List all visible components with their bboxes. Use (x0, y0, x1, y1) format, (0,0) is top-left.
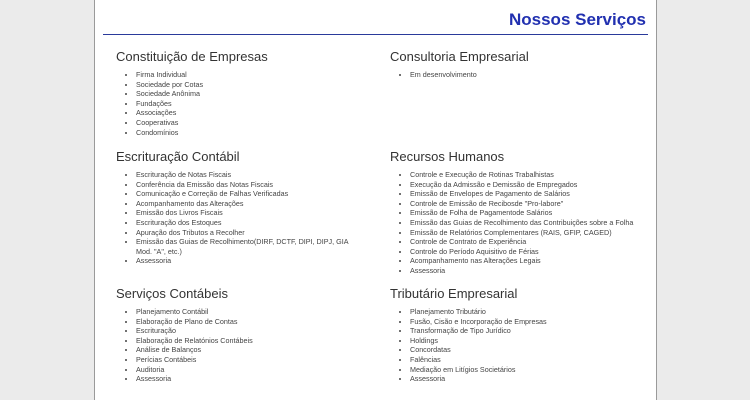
list-item: Assessoria (410, 374, 640, 384)
list-item: Acompanhamento nas Alterações Legais (410, 256, 652, 266)
section-tributario: Tributário Empresarial Planejamento Trib… (390, 286, 640, 384)
list-item: Escrituração de Notas Fiscais (136, 170, 366, 180)
list-item: Auditoria (136, 365, 366, 375)
list-item: Emissão de Envelopes de Pagamento de Sal… (410, 189, 652, 199)
list-item: Escrituração (136, 326, 366, 336)
list-item: Análise de Balanços (136, 345, 366, 355)
list-item: Holdings (410, 336, 640, 346)
list-item: Execução da Admissão e Demissão de Empre… (410, 180, 652, 190)
list-item: Assessoria (136, 256, 366, 266)
list-item: Assessoria (410, 266, 652, 276)
list-item: Sociedade por Cotas (136, 80, 366, 90)
list-item: Fundações (136, 99, 366, 109)
list-item: Fusão, Cisão e Incorporação de Empresas (410, 317, 640, 327)
list-item: Emissão das Guias de Recolhimento(DIRF, … (136, 237, 366, 256)
service-list: Controle e Execução de Rotinas Trabalhis… (390, 170, 652, 276)
section-servicos-contabeis: Serviços Contábeis Planejamento Contábil… (116, 286, 366, 384)
list-item: Transformação de Tipo Jurídico (410, 326, 640, 336)
list-item: Planejamento Contábil (136, 307, 366, 317)
section-title: Tributário Empresarial (390, 286, 518, 301)
list-item: Em desenvolvimento (410, 70, 640, 80)
list-item: Elaboração de Relatónios Contábeis (136, 336, 366, 346)
list-item: Escrituração dos Estoques (136, 218, 366, 228)
section-escrituracao: Escrituração Contábil Escrituração de No… (116, 149, 366, 266)
section-recursos-humanos: Recursos Humanos Controle e Execução de … (390, 149, 652, 276)
page-header: Nossos Serviços (103, 0, 648, 35)
section-consultoria: Consultoria Empresarial Em desenvolvimen… (390, 49, 640, 80)
list-item: Apuração dos Tributos a Recolher (136, 228, 366, 238)
service-list: Firma IndividualSociedade por CotasSocie… (116, 70, 366, 137)
list-item: Conferência da Emissão das Notas Fiscais (136, 180, 366, 190)
section-title: Consultoria Empresarial (390, 49, 529, 64)
list-item: Concordatas (410, 345, 640, 355)
content-page: Nossos Serviços Constituição de Empresas… (94, 0, 657, 400)
list-item: Associações (136, 108, 366, 118)
list-item: Firma Individual (136, 70, 366, 80)
list-item: Controle de Emissão de Recibosde "Pro-la… (410, 199, 652, 209)
list-item: Emissão de Relatórios Complementares (RA… (410, 228, 652, 238)
service-list: Planejamento TributárioFusão, Cisão e In… (390, 307, 640, 384)
list-item: Controle e Execução de Rotinas Trabalhis… (410, 170, 652, 180)
list-item: Falências (410, 355, 640, 365)
section-title: Recursos Humanos (390, 149, 505, 164)
service-list: Escrituração de Notas FiscaisConferência… (116, 170, 366, 266)
section-constituicao: Constituição de Empresas Firma Individua… (116, 49, 366, 137)
list-item: Mediação em Litígios Societários (410, 365, 640, 375)
list-item: Emissão das Guias de Recolhimento das Co… (410, 218, 652, 228)
list-item: Sociedade Anônima (136, 89, 366, 99)
list-item: Controle de Contrato de Experiência (410, 237, 652, 247)
list-item: Acompanhamento das Alterações (136, 199, 366, 209)
list-item: Emissão de Folha de Pagamentode Salários (410, 208, 652, 218)
section-title: Constituição de Empresas (116, 49, 268, 64)
list-item: Comunicação e Correção de Falhas Verific… (136, 189, 366, 199)
list-item: Assessoria (136, 374, 366, 384)
list-item: Condomínios (136, 128, 366, 138)
section-title: Serviços Contábeis (116, 286, 228, 301)
list-item: Planejamento Tributário (410, 307, 640, 317)
list-item: Elaboração de Plano de Contas (136, 317, 366, 327)
list-item: Cooperativas (136, 118, 366, 128)
service-list: Planejamento ContábilElaboração de Plano… (116, 307, 366, 384)
service-list: Em desenvolvimento (390, 70, 640, 80)
section-title: Escrituração Contábil (116, 149, 240, 164)
page-title: Nossos Serviços (508, 10, 646, 29)
list-item: Controle do Período Aquisitivo de Férias (410, 247, 652, 257)
list-item: Emissão dos Livros Fiscais (136, 208, 366, 218)
list-item: Perícias Contábeis (136, 355, 366, 365)
